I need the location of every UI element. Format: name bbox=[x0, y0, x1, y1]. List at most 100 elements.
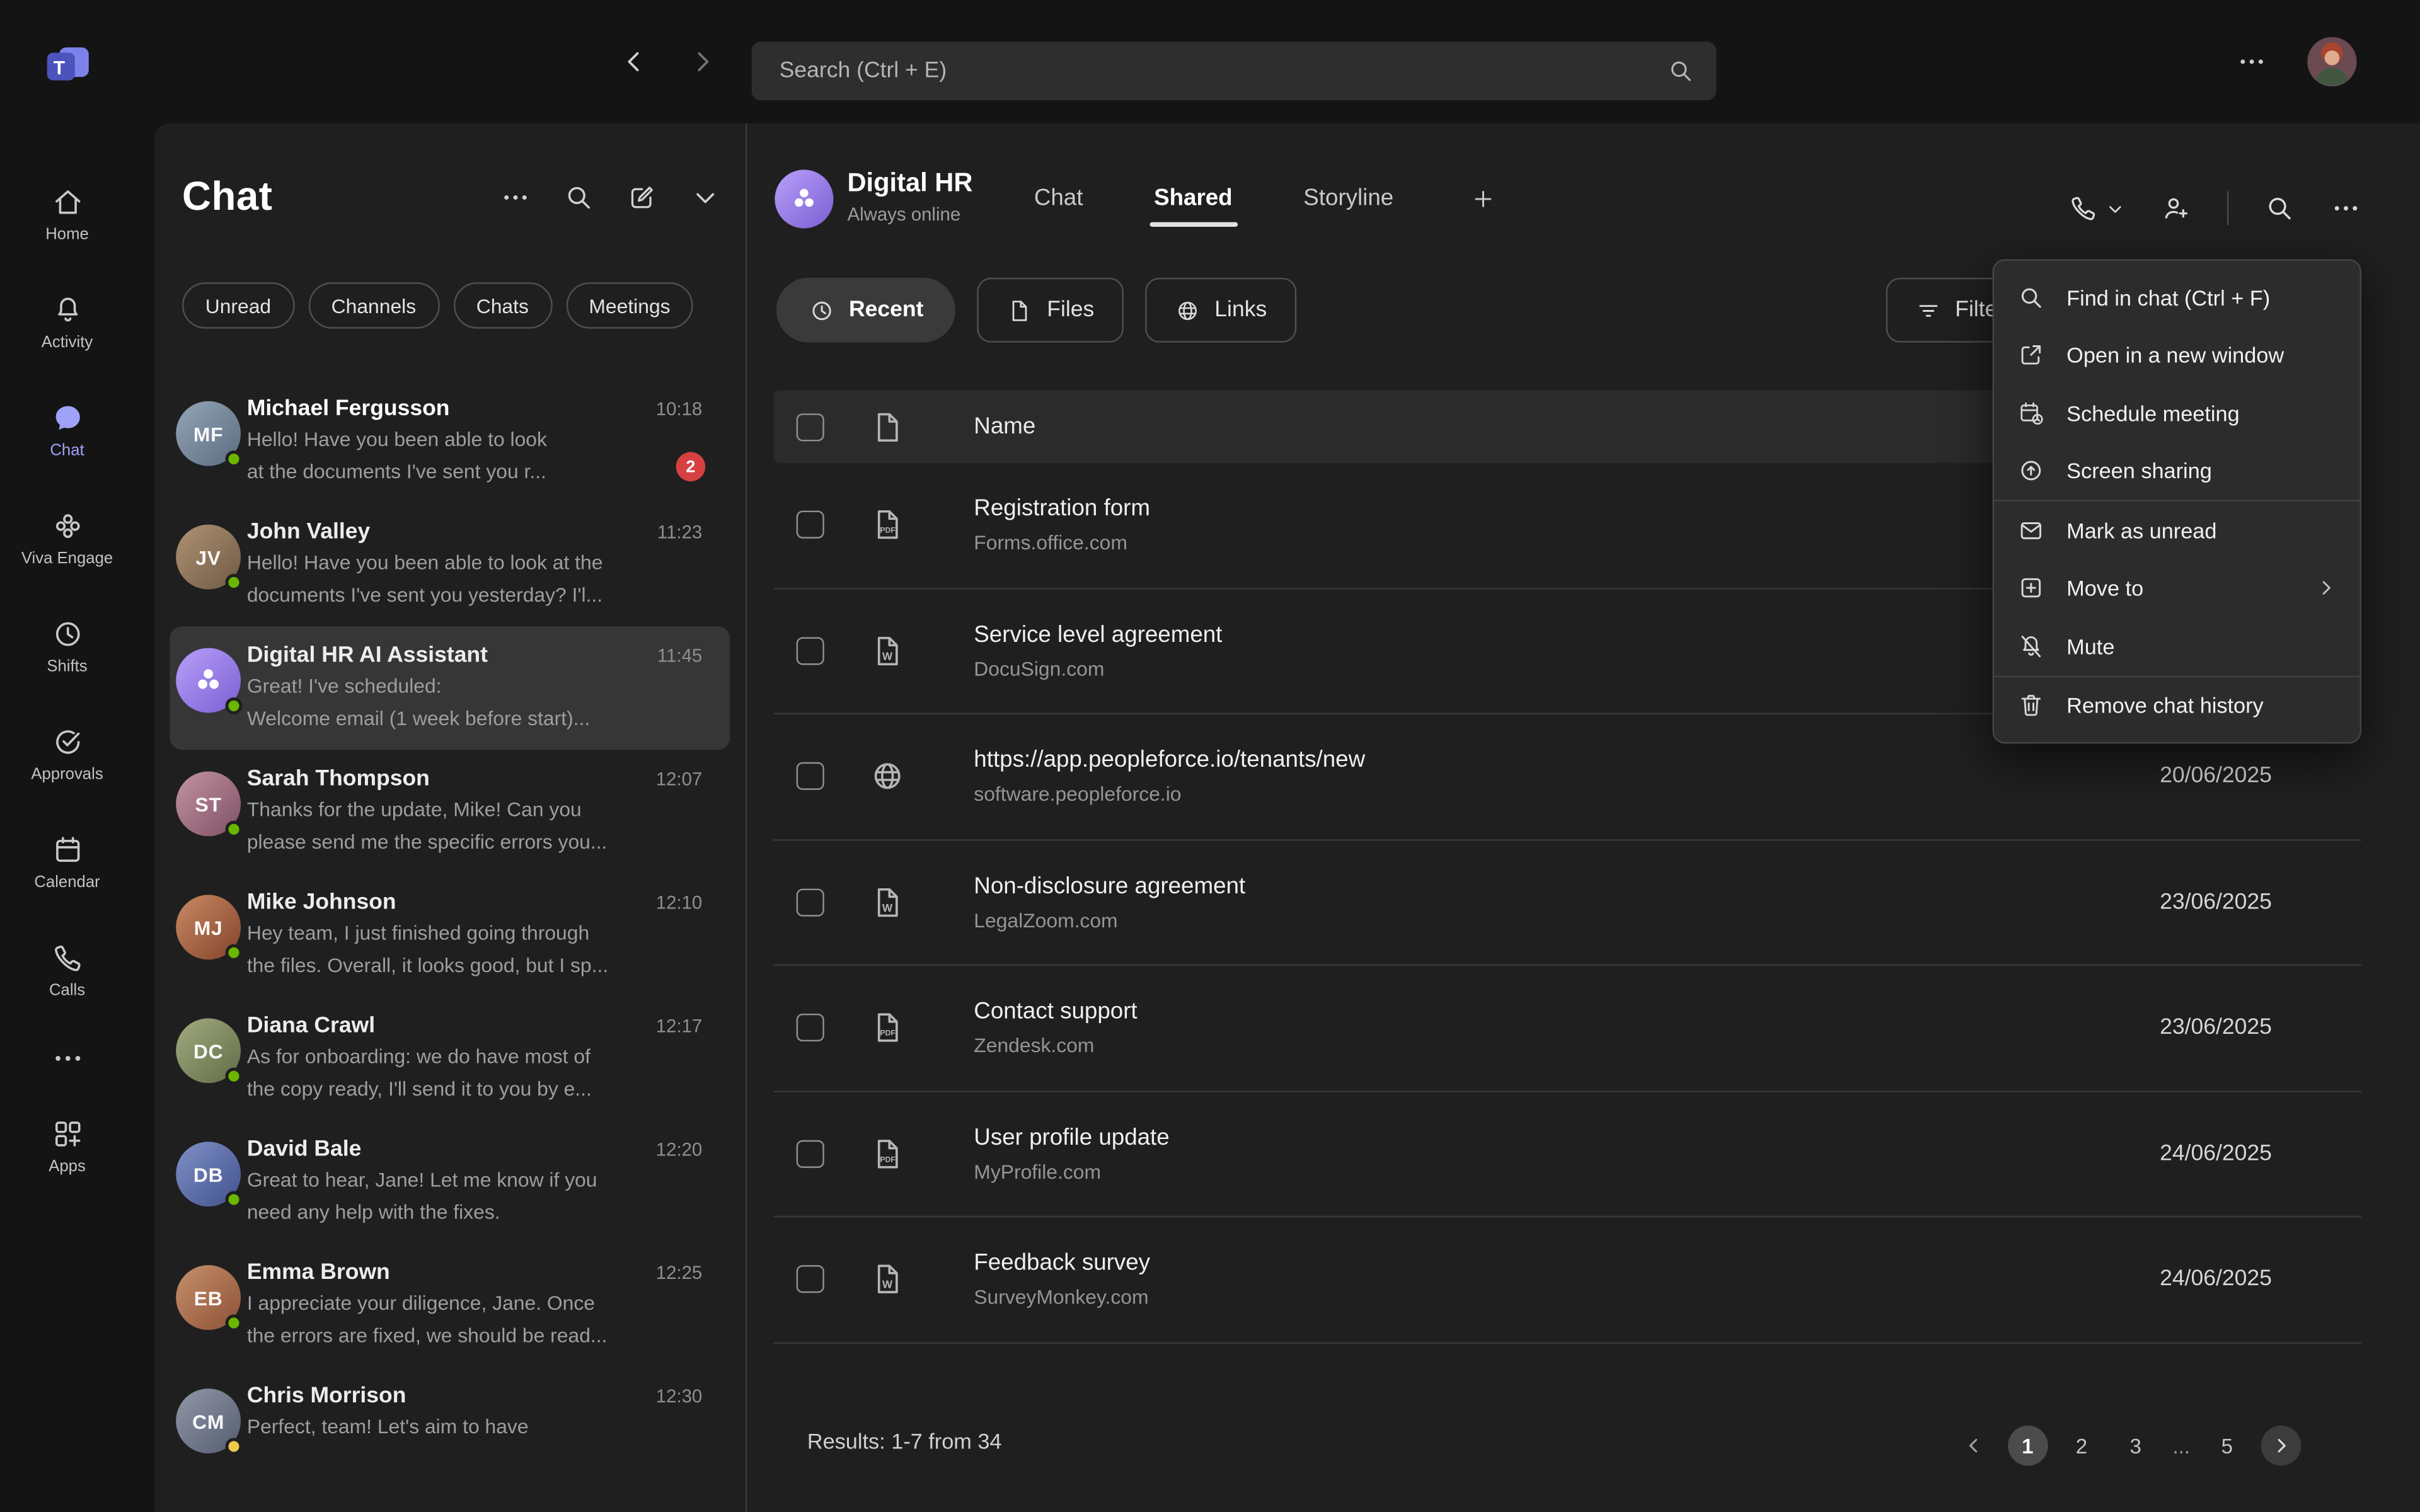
calls-phone-icon bbox=[50, 941, 84, 975]
row-checkbox[interactable] bbox=[797, 888, 824, 916]
shared-file-row[interactable]: PDF Contact support Zendesk.com 23/06/20… bbox=[773, 966, 2361, 1092]
pagination-next-button[interactable] bbox=[2261, 1426, 2302, 1466]
menu-item-mark-as-unread[interactable]: Mark as unread bbox=[1994, 501, 2360, 559]
rail-item-calendar[interactable]: Calendar bbox=[0, 808, 134, 916]
pdf-file-icon: PDF bbox=[869, 1009, 906, 1046]
rail-item-viva-engage[interactable]: Viva Engage bbox=[0, 484, 134, 592]
home-icon bbox=[50, 185, 84, 219]
call-button[interactable] bbox=[2068, 193, 2126, 224]
select-all-checkbox[interactable] bbox=[797, 413, 824, 440]
conversation-name: Emma Brown bbox=[247, 1261, 390, 1285]
row-checkbox[interactable] bbox=[797, 762, 824, 790]
conversation-preview-line: Great to hear, Jane! Let me know if you bbox=[247, 1165, 702, 1194]
conversation-name: Sarah Thompson bbox=[247, 767, 430, 791]
row-checkbox[interactable] bbox=[797, 1014, 824, 1042]
conversation-preview-line: the files. Overall, it looks good, but I… bbox=[247, 951, 702, 980]
chat-list-item[interactable]: JV John Valley 11:23 Hello! Have you bee… bbox=[170, 503, 730, 626]
tab-shared[interactable]: Shared bbox=[1154, 185, 1233, 233]
file-source: Zendesk.com bbox=[974, 1034, 1137, 1057]
rail-more-button[interactable] bbox=[0, 1024, 134, 1092]
rail-item-activity[interactable]: Activity bbox=[0, 268, 134, 376]
conversation-time: 11:45 bbox=[657, 645, 702, 667]
topbar-more-button[interactable] bbox=[2237, 46, 2267, 77]
menu-item-schedule-meeting[interactable]: Schedule meeting bbox=[1994, 384, 2360, 442]
global-search-input[interactable] bbox=[780, 59, 1667, 83]
chat-list-item[interactable]: MJ Mike Johnson 12:10 Hey team, I just f… bbox=[170, 873, 730, 997]
menu-item-remove-chat-history[interactable]: Remove chat history bbox=[1994, 677, 2360, 735]
links-button[interactable]: Links bbox=[1145, 278, 1296, 343]
tab-storyline[interactable]: Storyline bbox=[1303, 185, 1393, 233]
file-date: 23/06/2025 bbox=[2160, 1016, 2272, 1040]
conversation-preview-line: Great! I've scheduled: bbox=[247, 671, 702, 701]
chat-search-button[interactable] bbox=[563, 181, 594, 212]
rail-item-shifts[interactable]: Shifts bbox=[0, 592, 134, 700]
chat-list-item[interactable]: ST Sarah Thompson 12:07 Thanks for the u… bbox=[170, 750, 730, 873]
shared-file-row[interactable]: W Non-disclosure agreement LegalZoom.com… bbox=[773, 840, 2361, 966]
more-icon bbox=[2331, 193, 2361, 224]
chat-list-item[interactable]: DB David Bale 12:20 Great to hear, Jane!… bbox=[170, 1120, 730, 1244]
pagination-page-2[interactable]: 2 bbox=[2061, 1426, 2102, 1466]
pagination-page-5[interactable]: 5 bbox=[2207, 1426, 2247, 1466]
new-chat-button[interactable] bbox=[626, 181, 657, 212]
chat-list-item[interactable]: EB Emma Brown 12:25 I appreciate your di… bbox=[170, 1244, 730, 1367]
menu-item-screen-sharing[interactable]: Screen sharing bbox=[1994, 442, 2360, 500]
row-checkbox[interactable] bbox=[797, 637, 824, 665]
mute-icon bbox=[2017, 632, 2045, 660]
menu-item-move-to[interactable]: Move to bbox=[1994, 559, 2360, 617]
file-source: SurveyMonkey.com bbox=[974, 1286, 1150, 1309]
chat-list-more-button[interactable] bbox=[500, 181, 531, 212]
filter-pill-chats[interactable]: Chats bbox=[453, 282, 552, 328]
presence-online-icon bbox=[226, 574, 243, 591]
add-people-button[interactable] bbox=[2161, 193, 2192, 224]
chat-list-item-selected[interactable]: Digital HR AI Assistant 11:45 Great! I'v… bbox=[170, 626, 730, 750]
more-icon bbox=[2237, 46, 2267, 77]
topbar bbox=[134, 0, 2420, 123]
pagination-page-1[interactable]: 1 bbox=[2007, 1426, 2048, 1466]
conversation-preview-line: need any help with the fixes. bbox=[247, 1197, 702, 1227]
rail-item-home[interactable]: Home bbox=[0, 161, 134, 268]
rail-item-chat[interactable]: Chat bbox=[0, 377, 134, 484]
pagination-prev-button[interactable] bbox=[1954, 1426, 1994, 1466]
pagination: 1 2 3 ... 5 bbox=[1954, 1426, 2302, 1466]
menu-item-open-new-window[interactable]: Open in a new window bbox=[1994, 326, 2360, 384]
chat-list-item[interactable]: CM Chris Morrison 12:30 Perfect, team! L… bbox=[170, 1367, 730, 1491]
files-label: Files bbox=[1047, 298, 1094, 323]
filter-pill-meetings[interactable]: Meetings bbox=[566, 282, 694, 328]
forward-button[interactable] bbox=[687, 46, 718, 77]
user-avatar[interactable] bbox=[2307, 37, 2356, 86]
chat-list-expand-button[interactable] bbox=[690, 181, 721, 212]
find-in-chat-button[interactable] bbox=[2264, 193, 2295, 224]
row-checkbox[interactable] bbox=[797, 1266, 824, 1293]
conversation-time: 12:25 bbox=[656, 1262, 703, 1283]
add-tab-button[interactable] bbox=[1465, 181, 1502, 218]
global-search[interactable] bbox=[752, 42, 1717, 100]
chat-list-item[interactable]: MF Michael Fergusson 10:18 Hello! Have y… bbox=[170, 379, 730, 503]
rail-item-apps[interactable]: Apps bbox=[0, 1092, 134, 1200]
back-button[interactable] bbox=[619, 46, 650, 77]
chat-list-item[interactable]: DC Diana Crawl 12:17 As for onboarding: … bbox=[170, 997, 730, 1120]
filter-pill-channels[interactable]: Channels bbox=[308, 282, 439, 328]
conversation-preview-line: I appreciate your diligence, Jane. Once bbox=[247, 1288, 702, 1318]
calendar-icon bbox=[50, 833, 84, 867]
teams-app: T Home Activity Chat Viva Engage bbox=[0, 0, 2420, 1512]
row-checkbox[interactable] bbox=[797, 511, 824, 539]
recent-button[interactable]: Recent bbox=[776, 278, 956, 343]
files-button[interactable]: Files bbox=[977, 278, 1124, 343]
menu-item-find-in-chat[interactable]: Find in chat (Ctrl + F) bbox=[1994, 268, 2360, 326]
avatar-initials: DC bbox=[193, 1039, 223, 1062]
rail-item-calls[interactable]: Calls bbox=[0, 917, 134, 1024]
shared-file-row[interactable]: PDF User profile update MyProfile.com 24… bbox=[773, 1092, 2361, 1218]
conversation-time: 12:07 bbox=[656, 769, 703, 790]
row-checkbox[interactable] bbox=[797, 1140, 824, 1167]
shared-file-row[interactable]: W Feedback survey SurveyMonkey.com 24/06… bbox=[773, 1217, 2361, 1343]
pagination-page-3[interactable]: 3 bbox=[2116, 1426, 2156, 1466]
chat-more-button[interactable] bbox=[2331, 193, 2361, 224]
filter-pill-unread[interactable]: Unread bbox=[182, 282, 294, 328]
rail-item-approvals[interactable]: Approvals bbox=[0, 701, 134, 808]
conversation-name: John Valley bbox=[247, 520, 370, 544]
svg-text:W: W bbox=[882, 650, 893, 662]
bot-logo-icon bbox=[788, 183, 819, 214]
avatar: EB bbox=[176, 1265, 241, 1330]
tab-chat[interactable]: Chat bbox=[1034, 185, 1083, 233]
menu-item-mute[interactable]: Mute bbox=[1994, 617, 2360, 675]
